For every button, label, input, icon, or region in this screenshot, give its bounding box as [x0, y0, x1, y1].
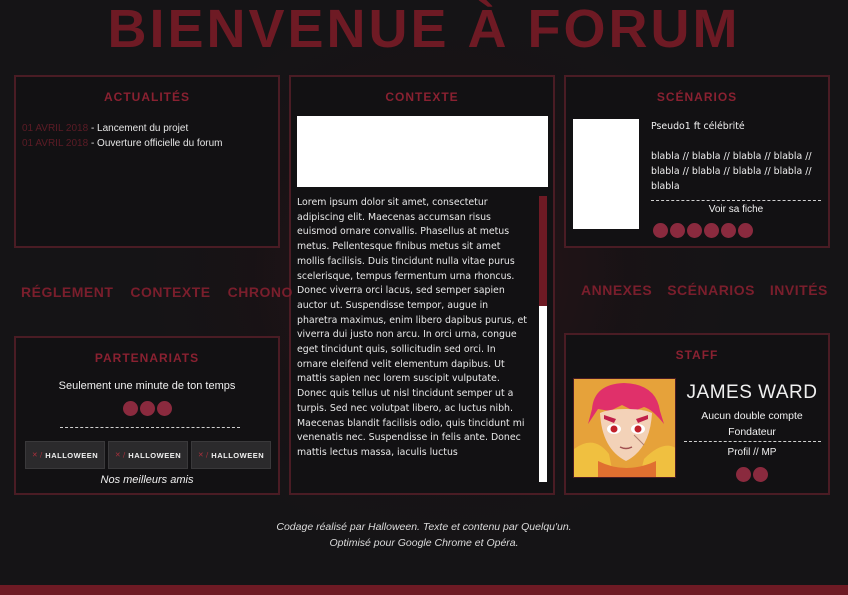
page-title: BIENVENUE À FORUM: [107, 0, 741, 59]
link-dot[interactable]: [687, 223, 702, 238]
nav-contexte[interactable]: CONTEXTE: [130, 284, 210, 300]
link-dot[interactable]: [753, 467, 768, 482]
nav-invites[interactable]: INVITÉS: [770, 282, 828, 298]
staff-line-2: Fondateur: [728, 426, 776, 438]
news-date: 01 AVRIL 2018: [22, 123, 89, 134]
partner-banners: ✕ / HALLOWEEN ✕ / HALLOWEEN ✕ / HALLOWEE…: [25, 441, 271, 469]
partners-dots: [123, 401, 172, 416]
link-dot[interactable]: [721, 223, 736, 238]
footer-optimized: Optimisé pour Google Chrome et Opéra.: [329, 537, 519, 549]
partners-text: Seulement une minute de ton temps: [58, 380, 236, 392]
scenario-description: blabla // blabla // blabla // blabla // …: [651, 151, 812, 192]
link-dot[interactable]: [738, 223, 753, 238]
banner-mark: ✕ /: [31, 451, 43, 459]
staff-info: Aucun double compte Fondateur: [678, 408, 826, 440]
staff-title: STAFF: [675, 348, 719, 362]
banner-text: HALLOWEEN: [211, 450, 265, 460]
scenarios-title: SCÉNARIOS: [656, 90, 738, 104]
profile-mp-link[interactable]: Profil // MP: [678, 447, 826, 458]
partner-banner[interactable]: ✕ / HALLOWEEN: [108, 441, 188, 469]
scrollbar-thumb[interactable]: [539, 196, 547, 306]
link-dot[interactable]: [670, 223, 685, 238]
link-dot[interactable]: [157, 401, 172, 416]
partners-panel: PARTENARIATS Seulement une minute de ton…: [14, 336, 280, 495]
avatar-image: [574, 379, 675, 477]
news-panel: ACTUALITÉS 01 AVRIL 2018 - Lancement du …: [14, 75, 280, 248]
scenarios-panel: SCÉNARIOS Pseudo1 ft célébrité blabla //…: [564, 75, 830, 248]
context-scrollbar[interactable]: [539, 196, 547, 482]
news-title: ACTUALITÉS: [104, 90, 190, 104]
divider: [60, 427, 240, 428]
scenario-name: Pseudo1 ft célébrité: [651, 121, 745, 132]
link-dot[interactable]: [736, 467, 751, 482]
news-item[interactable]: 01 AVRIL 2018 - Lancement du projet: [22, 121, 278, 136]
partner-banner[interactable]: ✕ / HALLOWEEN: [25, 441, 105, 469]
banner-text: HALLOWEEN: [128, 450, 182, 460]
staff-line-1: Aucun double compte: [701, 410, 803, 422]
news-text: - Lancement du projet: [88, 123, 189, 134]
nav-annexes[interactable]: ANNEXES: [581, 282, 652, 298]
nav-reglement[interactable]: RÉGLEMENT: [21, 284, 113, 300]
partners-title: PARTENARIATS: [94, 351, 200, 365]
footer-credits: Codage réalisé par Halloween. Texte et c…: [276, 521, 572, 533]
staff-name: JAMES WARD: [686, 382, 818, 403]
nav-chrono[interactable]: CHRONO: [228, 284, 293, 300]
scenario-dots: [653, 223, 753, 238]
link-dot[interactable]: [653, 223, 668, 238]
staff-dots: [736, 467, 768, 482]
divider: [684, 441, 821, 442]
nav-scenarios[interactable]: SCÉNARIOS: [667, 282, 755, 298]
avatar[interactable]: [573, 378, 676, 478]
staff-panel: STAFF JAMES WARD Aucun double compte Fon…: [564, 333, 830, 495]
news-list: 01 AVRIL 2018 - Lancement du projet 01 A…: [22, 121, 278, 151]
page-footer: Codage réalisé par Halloween. Texte et c…: [0, 519, 848, 551]
link-dot[interactable]: [140, 401, 155, 416]
partner-banner[interactable]: ✕ / HALLOWEEN: [191, 441, 271, 469]
context-image: [297, 116, 548, 187]
banner-mark: ✕ /: [114, 451, 126, 459]
nav-right: ANNEXES SCÉNARIOS INVITÉS: [581, 282, 828, 298]
divider: [651, 200, 821, 201]
banner-text: HALLOWEEN: [45, 450, 99, 460]
context-text: Lorem ipsum dolor sit amet, consectetur …: [297, 197, 527, 458]
link-dot[interactable]: [123, 401, 138, 416]
context-panel: CONTEXTE Lorem ipsum dolor sit amet, con…: [289, 75, 555, 495]
context-title: CONTEXTE: [385, 90, 459, 104]
news-item[interactable]: 01 AVRIL 2018 - Ouverture officielle du …: [22, 136, 278, 151]
scenario-image: [573, 119, 639, 229]
banner-mark: ✕ /: [197, 451, 209, 459]
partners-footer: Nos meilleurs amis: [100, 474, 194, 486]
view-sheet-link[interactable]: Voir sa fiche: [651, 204, 821, 215]
news-text: - Ouverture officielle du forum: [88, 138, 223, 149]
link-dot[interactable]: [704, 223, 719, 238]
news-date: 01 AVRIL 2018: [22, 138, 89, 149]
bottom-bar: [0, 585, 848, 595]
nav-left: RÉGLEMENT CONTEXTE CHRONO: [21, 284, 293, 300]
